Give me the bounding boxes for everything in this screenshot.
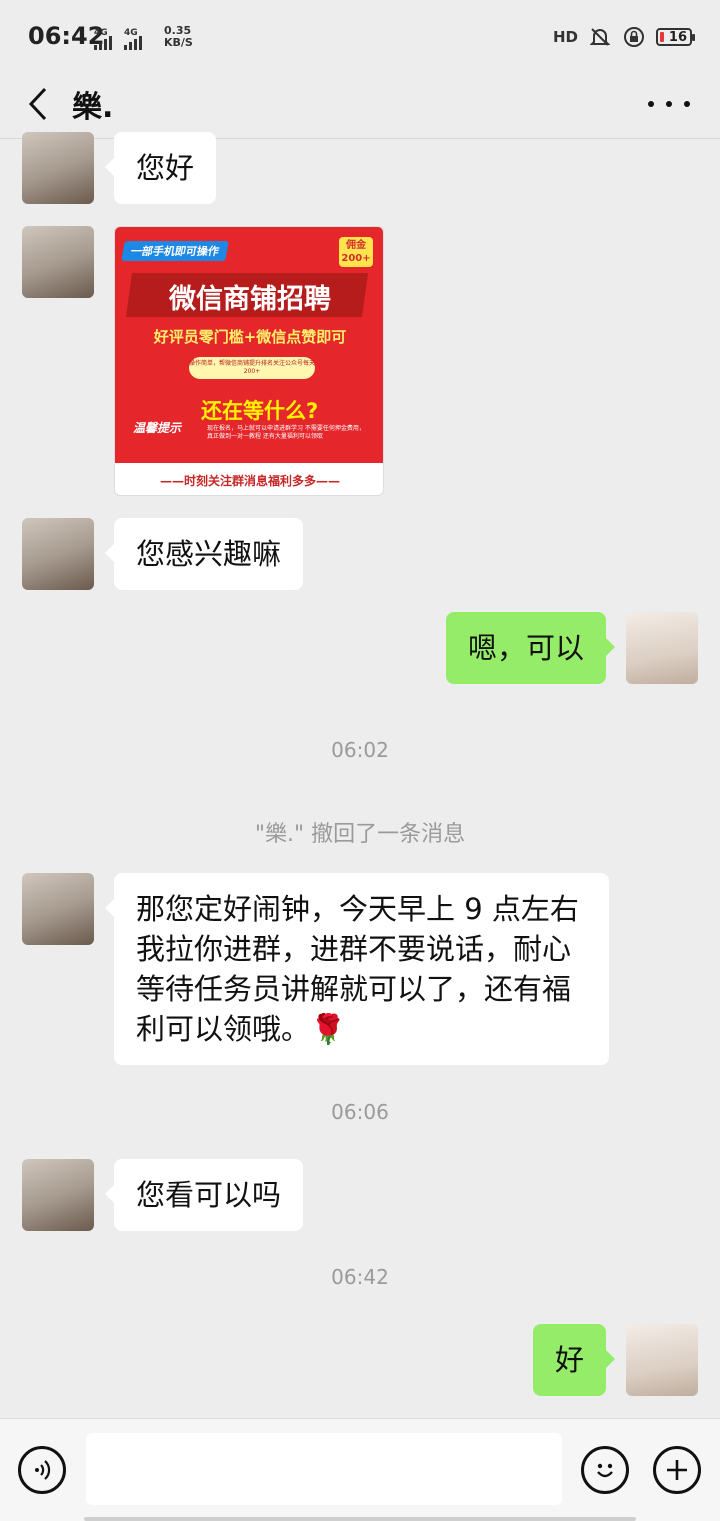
mute-bell-icon bbox=[589, 28, 611, 46]
network-type-label: 4G bbox=[124, 28, 138, 38]
more-dots-icon bbox=[648, 101, 654, 107]
signal-icon: 4G bbox=[124, 28, 142, 50]
poster-top-tag: 一部手机即可操作 bbox=[121, 241, 229, 261]
rotation-lock-icon bbox=[624, 27, 644, 47]
timestamp: 06:06 bbox=[331, 1100, 389, 1124]
signal-icon: 4G bbox=[94, 28, 112, 50]
back-button[interactable] bbox=[18, 80, 58, 128]
recall-notice: "樂." 撤回了一条消息 bbox=[254, 822, 466, 847]
plus-icon bbox=[667, 1460, 687, 1480]
poster-footer: ——时刻关注群消息福利多多—— bbox=[159, 473, 340, 488]
message-text-line: 那您定好闹钟，今天早上 9 点左右 bbox=[136, 892, 579, 926]
message-bubble-outgoing[interactable]: 好 bbox=[532, 1324, 616, 1396]
message-bubble-incoming[interactable]: 您看可以吗 bbox=[104, 1159, 304, 1231]
poster-ask: 还在等什么? bbox=[201, 399, 319, 423]
message-text: 嗯，可以 bbox=[467, 631, 584, 665]
message-text-line: 利可以领哦。🌹 bbox=[136, 1012, 347, 1046]
timestamp: 06:42 bbox=[331, 1265, 389, 1289]
message-bubble-incoming[interactable]: 那您定好闹钟，今天早上 9 点左右 我拉你进群，进群不要说话，耐心 等待任务员讲… bbox=[105, 873, 609, 1065]
image-message[interactable]: 一部手机即可操作 佣金200+ 微信商铺招聘 好评员零门槛+微信点赞即可 操作简… bbox=[114, 226, 384, 496]
poster-small-text: 现在报名，马上就可以申请进群学习 不需要任何押金费用，真正做到一对一教程 还有大… bbox=[207, 425, 365, 440]
navigation-handle[interactable] bbox=[84, 1517, 636, 1521]
poster-badge: 佣金200+ bbox=[339, 237, 373, 267]
voice-icon bbox=[35, 1460, 51, 1480]
message-input[interactable] bbox=[86, 1433, 562, 1505]
network-speed-unit: KB/S bbox=[164, 36, 193, 49]
hd-icon: HD bbox=[552, 28, 578, 46]
contact-avatar[interactable] bbox=[22, 1159, 94, 1231]
my-avatar[interactable] bbox=[626, 612, 698, 684]
poster-pill: 操作简单，帮微信商铺提升排名关注公众号每天200+ bbox=[189, 357, 315, 379]
emoji-icon bbox=[597, 1463, 613, 1478]
message-text: 您好 bbox=[136, 151, 195, 185]
contact-avatar[interactable] bbox=[22, 132, 94, 204]
emoji-button[interactable] bbox=[581, 1446, 629, 1494]
more-button[interactable] bbox=[648, 84, 690, 124]
contact-avatar[interactable] bbox=[22, 873, 94, 945]
contact-avatar[interactable] bbox=[22, 226, 94, 298]
contact-avatar[interactable] bbox=[22, 518, 94, 590]
chat-header: 樂. bbox=[0, 72, 720, 139]
poster-headline: 微信商铺招聘 bbox=[169, 284, 331, 315]
network-type-label: 4G bbox=[94, 28, 108, 38]
status-right-icons: HD 16 bbox=[552, 24, 695, 50]
status-time: 06:42 bbox=[28, 22, 105, 50]
network-speed: 0.35 KB/S bbox=[164, 25, 193, 49]
message-bubble-incoming[interactable]: 您好 bbox=[104, 132, 217, 204]
input-bar bbox=[0, 1418, 720, 1521]
message-bubble-incoming[interactable]: 您感兴趣嘛 bbox=[104, 518, 304, 590]
chat-title: 樂. bbox=[72, 90, 114, 125]
network-indicators: 4G 4G bbox=[94, 24, 142, 50]
message-text-line: 等待任务员讲解就可以了，还有福 bbox=[136, 972, 572, 1006]
status-bar: 06:42 4G 4G 0.35 KB/S HD 16 bbox=[0, 0, 720, 72]
battery-level: 16 bbox=[668, 29, 687, 45]
my-avatar[interactable] bbox=[626, 1324, 698, 1396]
plus-button[interactable] bbox=[653, 1446, 701, 1494]
timestamp: 06:02 bbox=[331, 738, 389, 762]
message-text: 您看可以吗 bbox=[136, 1178, 282, 1212]
poster-image: 一部手机即可操作 佣金200+ 微信商铺招聘 好评员零门槛+微信点赞即可 操作简… bbox=[115, 227, 383, 463]
message-text-line: 我拉你进群，进群不要说话，耐心 bbox=[136, 932, 572, 966]
message-bubble-outgoing[interactable]: 嗯，可以 bbox=[445, 612, 616, 684]
poster-subline: 好评员零门槛+微信点赞即可 bbox=[153, 328, 347, 346]
poster-logo: 温馨提示 bbox=[133, 421, 182, 435]
voice-button[interactable] bbox=[18, 1446, 66, 1494]
message-text: 好 bbox=[554, 1343, 584, 1377]
battery-icon: 16 bbox=[656, 28, 695, 46]
message-text: 您感兴趣嘛 bbox=[136, 537, 282, 571]
chevron-left-icon bbox=[28, 87, 47, 121]
